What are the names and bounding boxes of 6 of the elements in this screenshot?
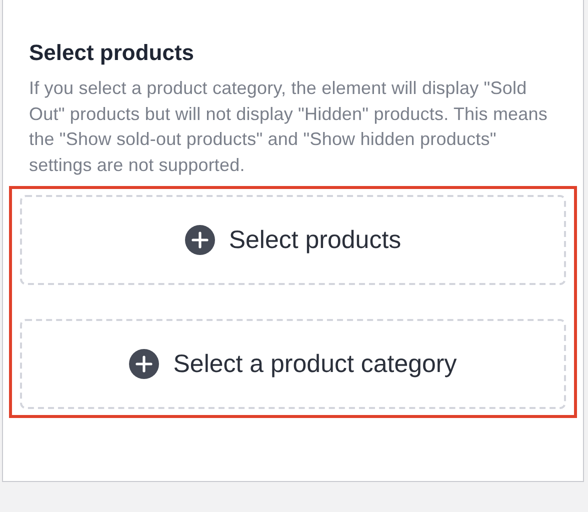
plus-icon	[184, 225, 215, 255]
section-description: If you select a product category, the element will display "Sold Out" products but will not display "Hidden" products. This means the "Show sold-out products" and "Show hidden products" settings are not supported.	[29, 77, 548, 177]
add-button[interactable]: Select products	[20, 195, 566, 285]
add-button[interactable]: Select a product category	[20, 319, 566, 409]
plus-icon	[129, 349, 160, 379]
section-title: Select products	[29, 40, 196, 66]
